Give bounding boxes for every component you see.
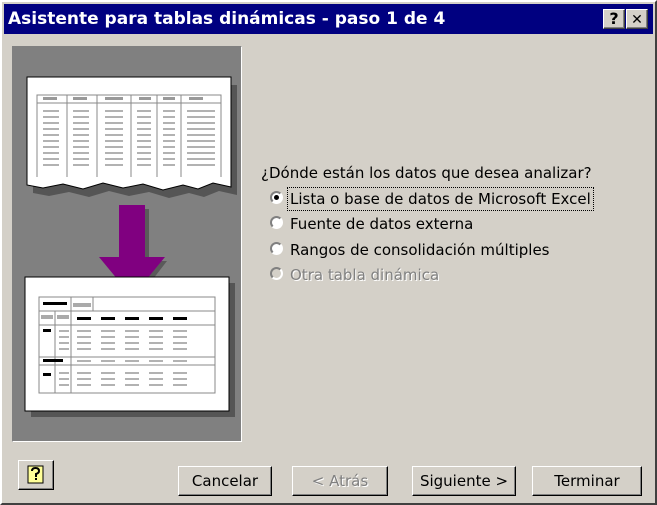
next-button[interactable]: Siguiente >	[412, 466, 516, 496]
wizard-dialog: Asistente para tablas dinámicas - paso 1…	[0, 0, 657, 505]
radio-other-pivot	[270, 267, 283, 280]
office-assistant-button[interactable]	[18, 460, 54, 490]
spreadsheet-to-pivot-illustration	[24, 76, 237, 417]
option-consolidation-ranges-label[interactable]: Rangos de consolidación múltiples	[290, 239, 550, 261]
close-icon: ✕	[631, 12, 643, 28]
back-button: < Atrás	[292, 466, 388, 496]
option-other-pivot-label: Otra tabla dinámica	[290, 266, 440, 284]
finish-button[interactable]: Terminar	[532, 466, 642, 496]
option-excel-list-label[interactable]: Lista o base de datos de Microsoft Excel	[287, 187, 594, 211]
close-button[interactable]: ✕	[626, 9, 648, 29]
radio-consolidation-ranges[interactable]	[270, 242, 283, 255]
cancel-button[interactable]: Cancelar	[178, 466, 272, 496]
wizard-illustration-panel	[12, 46, 242, 442]
data-source-question: ¿Dónde están los datos que desea analiza…	[261, 164, 592, 182]
option-external-source-label[interactable]: Fuente de datos externa	[290, 213, 473, 235]
help-title-button[interactable]: ?	[603, 9, 625, 29]
title-bar[interactable]: Asistente para tablas dinámicas - paso 1…	[4, 4, 653, 34]
radio-excel-list[interactable]	[270, 191, 283, 204]
radio-external-source[interactable]	[270, 216, 283, 229]
question-mark-icon: ?	[609, 9, 619, 28]
office-assistant-help-icon	[27, 465, 44, 484]
dialog-title: Asistente para tablas dinámicas - paso 1…	[8, 9, 446, 29]
